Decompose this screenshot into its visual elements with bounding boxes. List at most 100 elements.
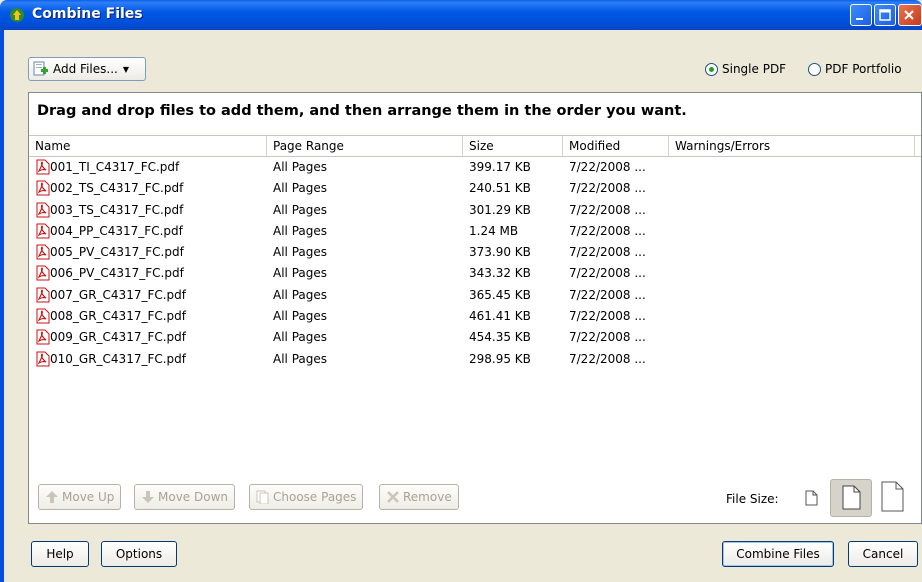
arrow-up-icon [46, 491, 58, 503]
pdf-portfolio-label: PDF Portfolio [825, 62, 902, 76]
maximize-button[interactable] [874, 4, 896, 26]
file-modified: 7/22/2008 ... [569, 245, 646, 260]
file-name: 006_PV_C4317_FC.pdf [50, 266, 184, 281]
column-header-warnings[interactable]: Warnings/Errors [669, 136, 915, 157]
options-label: Options [115, 547, 163, 561]
move-down-button[interactable]: Move Down [134, 484, 235, 510]
cancel-button[interactable]: Cancel [848, 541, 918, 567]
window-title: Combine Files [32, 6, 143, 22]
file-size: 240.51 KB [469, 181, 531, 196]
small-file-size-icon[interactable] [805, 489, 819, 507]
add-files-label: Add Files... [53, 62, 118, 76]
file-size: 1.24 MB [469, 223, 519, 238]
file-name: 009_GR_C4317_FC.pdf [50, 330, 187, 345]
table-row[interactable]: 002_TS_C4317_FC.pdf All Pages 240.51 KB … [29, 178, 921, 199]
file-name: 003_TS_C4317_FC.pdf [50, 202, 184, 217]
file-page-range: All Pages [273, 223, 327, 238]
file-page-range: All Pages [273, 309, 327, 324]
help-label: Help [46, 547, 74, 561]
file-name: 005_PV_C4317_FC.pdf [50, 245, 184, 260]
table-row[interactable]: 005_PV_C4317_FC.pdf All Pages 373.90 KB … [29, 242, 921, 263]
window-border [0, 30, 4, 582]
file-modified: 7/22/2008 ... [569, 287, 646, 302]
chevron-down-icon: ▼ [122, 64, 129, 74]
file-modified: 7/22/2008 ... [569, 202, 646, 217]
pages-icon [256, 490, 269, 504]
options-button[interactable]: Options [101, 541, 177, 567]
minimize-icon [856, 18, 863, 20]
close-button[interactable] [898, 4, 922, 26]
file-size-label: File Size: [726, 492, 779, 506]
pdf-file-icon [36, 244, 50, 260]
file-list-header: Name Page Range Size Modified Warnings/E… [29, 135, 921, 157]
medium-file-size-icon [842, 485, 861, 510]
file-size: 343.32 KB [469, 266, 531, 281]
pdf-file-icon [36, 223, 50, 239]
table-row[interactable]: 009_GR_C4317_FC.pdf All Pages 454.35 KB … [29, 327, 921, 348]
choose-pages-label: Choose Pages [273, 490, 357, 504]
remove-button[interactable]: Remove [379, 484, 459, 510]
file-list-panel: Drag and drop files to add them, and the… [28, 92, 922, 524]
column-header-size[interactable]: Size [463, 136, 563, 157]
pdf-file-icon [36, 180, 50, 196]
file-size: 301.29 KB [469, 202, 531, 217]
file-name: 004_PP_C4317_FC.pdf [50, 223, 183, 238]
choose-pages-button[interactable]: Choose Pages [249, 484, 364, 510]
add-file-icon [33, 61, 48, 76]
minimize-button[interactable] [850, 4, 872, 26]
column-header-modified[interactable]: Modified [563, 136, 669, 157]
table-row[interactable]: 003_TS_C4317_FC.pdf All Pages 301.29 KB … [29, 200, 921, 221]
file-name: 002_TS_C4317_FC.pdf [50, 181, 184, 196]
move-up-label: Move Up [62, 490, 115, 504]
file-size: 373.90 KB [469, 245, 531, 260]
combine-files-label: Combine Files [736, 547, 820, 561]
instructions-text: Drag and drop files to add them, and the… [37, 103, 687, 119]
file-page-range: All Pages [273, 160, 327, 174]
move-up-button[interactable]: Move Up [38, 484, 122, 510]
pdf-file-icon [36, 265, 50, 281]
radio-selected-icon[interactable] [705, 62, 718, 76]
medium-file-size-button[interactable] [830, 479, 872, 517]
table-row[interactable]: 008_GR_C4317_FC.pdf All Pages 461.41 KB … [29, 306, 921, 327]
remove-label: Remove [403, 490, 452, 504]
single-pdf-option[interactable]: Single PDF [705, 62, 786, 76]
move-down-label: Move Down [158, 490, 228, 504]
title-bar[interactable]: Combine Files [0, 0, 922, 30]
pdf-file-icon [36, 329, 50, 345]
file-page-range: All Pages [273, 245, 327, 260]
column-header-name[interactable]: Name [29, 136, 267, 157]
table-row[interactable]: 001_TI_C4317_FC.pdf All Pages 399.17 KB … [29, 157, 921, 178]
help-button[interactable]: Help [31, 541, 89, 567]
table-row[interactable]: 004_PP_C4317_FC.pdf All Pages 1.24 MB 7/… [29, 221, 921, 242]
arrow-down-icon [142, 491, 154, 503]
pdf-portfolio-option[interactable]: PDF Portfolio [808, 62, 902, 76]
file-page-range: All Pages [273, 330, 327, 345]
cancel-label: Cancel [862, 547, 904, 561]
table-row[interactable]: 006_PV_C4317_FC.pdf All Pages 343.32 KB … [29, 263, 921, 284]
remove-x-icon [387, 491, 399, 503]
combine-files-app-icon [10, 8, 24, 22]
file-modified: 7/22/2008 ... [569, 181, 646, 196]
column-header-page-range[interactable]: Page Range [267, 136, 463, 157]
table-row[interactable]: 007_GR_C4317_FC.pdf All Pages 365.45 KB … [29, 285, 921, 306]
file-modified: 7/22/2008 ... [569, 160, 646, 174]
file-page-range: All Pages [273, 351, 327, 366]
maximize-icon [879, 9, 891, 21]
close-icon [904, 10, 914, 20]
file-size: 461.41 KB [469, 309, 531, 324]
file-name: 001_TI_C4317_FC.pdf [50, 160, 180, 174]
add-files-button[interactable]: Add Files... ▼ [28, 57, 146, 81]
file-page-range: All Pages [273, 181, 327, 196]
single-pdf-label: Single PDF [722, 62, 787, 76]
large-file-size-icon[interactable] [881, 481, 905, 513]
radio-unselected-icon[interactable] [808, 62, 821, 76]
file-size: 298.95 KB [469, 351, 531, 366]
file-list: 001_TI_C4317_FC.pdf All Pages 399.17 KB … [29, 157, 921, 370]
file-modified: 7/22/2008 ... [569, 266, 646, 281]
pdf-file-icon [36, 202, 50, 218]
file-modified: 7/22/2008 ... [569, 223, 646, 238]
pdf-file-icon [36, 159, 50, 175]
combine-files-button[interactable]: Combine Files [722, 541, 834, 567]
table-row[interactable]: 010_GR_C4317_FC.pdf All Pages 298.95 KB … [29, 349, 921, 370]
pdf-file-icon [36, 351, 50, 367]
